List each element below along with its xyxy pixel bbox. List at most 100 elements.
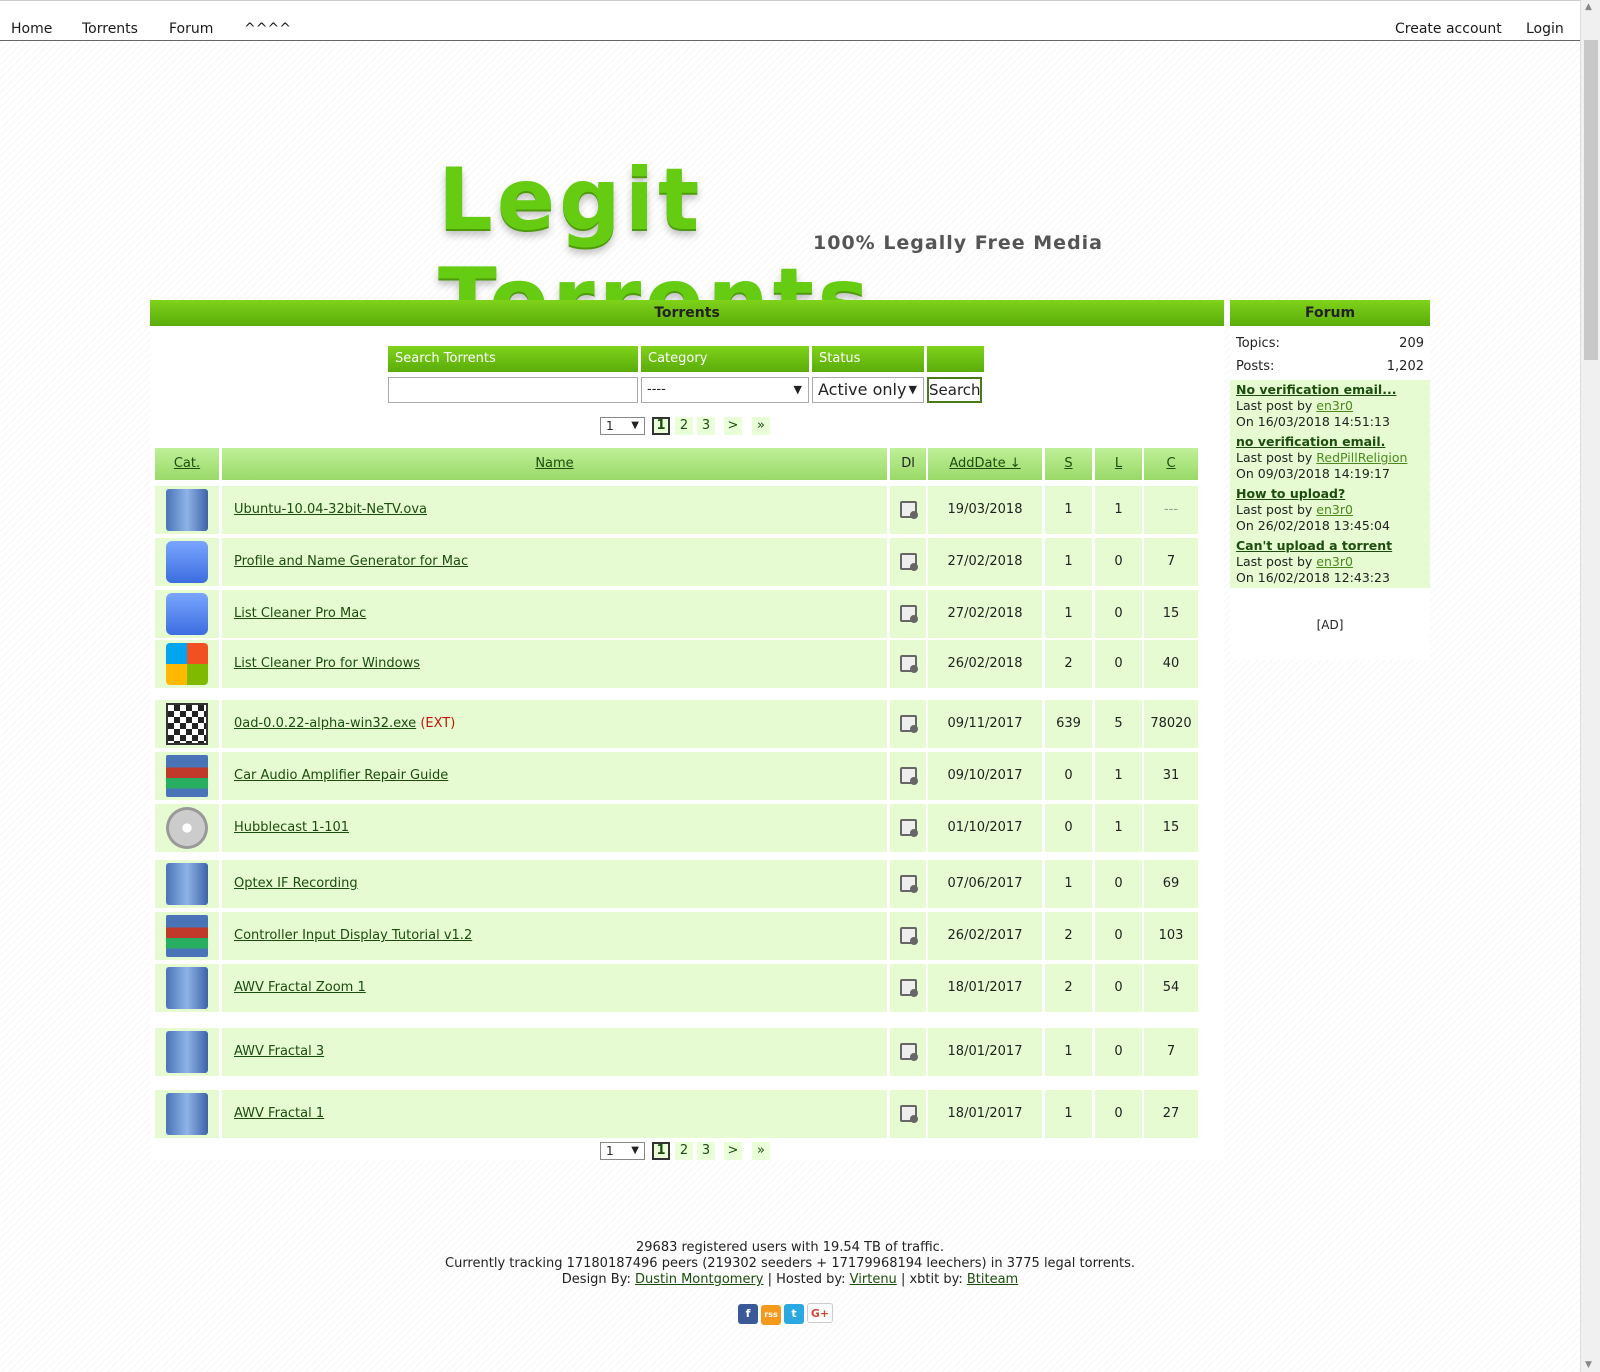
forum-post-title-link[interactable]: no verification email.	[1236, 434, 1385, 449]
page-next[interactable]: >	[724, 417, 742, 435]
download-cell[interactable]	[890, 640, 926, 688]
torrent-link[interactable]: AWV Fractal 1	[234, 1106, 324, 1121]
archive-icon[interactable]	[166, 915, 208, 957]
scroll-down-icon[interactable]: ▼	[1585, 1360, 1592, 1370]
scroll-up-icon[interactable]: ▲	[1585, 2, 1592, 12]
category-cell[interactable]	[155, 804, 219, 852]
torrent-link[interactable]: AWV Fractal 3	[234, 1044, 324, 1059]
rss-icon[interactable]: rss	[761, 1305, 781, 1325]
download-icon[interactable]	[899, 501, 918, 519]
download-cell[interactable]	[890, 700, 926, 748]
nav-torrents-link[interactable]: Torrents	[82, 21, 138, 37]
status-select[interactable]: Active only ▼	[812, 377, 924, 403]
category-cell[interactable]	[155, 1028, 219, 1076]
page-select[interactable]: 1 ▼	[600, 417, 645, 435]
nav-create-account-link[interactable]: Create account	[1395, 21, 1502, 37]
download-icon[interactable]	[899, 819, 918, 837]
nav-home-link[interactable]: Home	[11, 21, 52, 37]
category-cell[interactable]	[155, 590, 219, 638]
host-link[interactable]: Virtenu	[850, 1272, 897, 1287]
site-logo[interactable]: Legit Torrents 100% Legally Free Media	[438, 150, 1138, 350]
col-adddate-link[interactable]: AddDate ↓	[949, 456, 1020, 471]
torrent-link[interactable]: Hubblecast 1-101	[234, 820, 349, 835]
download-icon[interactable]	[899, 1105, 918, 1123]
designer-link[interactable]: Dustin Montgomery	[635, 1272, 764, 1287]
download-icon[interactable]	[899, 767, 918, 785]
xbtit-link[interactable]: Btiteam	[967, 1272, 1018, 1287]
server-icon[interactable]	[166, 863, 208, 905]
nav-extra-link[interactable]: ^^^^	[244, 21, 291, 37]
dvd-icon[interactable]	[166, 807, 208, 849]
forum-post-title-link[interactable]: Can't upload a torrent	[1236, 538, 1392, 553]
mac-finder-icon[interactable]	[166, 541, 208, 583]
page-last[interactable]: »	[752, 1142, 770, 1160]
category-cell[interactable]	[155, 640, 219, 688]
game-checker-icon[interactable]	[166, 703, 208, 745]
category-cell[interactable]	[155, 1090, 219, 1138]
scroll-thumb[interactable]	[1584, 40, 1598, 360]
nav-forum-link[interactable]: Forum	[169, 21, 213, 37]
page-2[interactable]: 2	[675, 1142, 693, 1160]
col-cat-link[interactable]: Cat.	[174, 456, 200, 471]
facebook-icon[interactable]: f	[738, 1304, 758, 1324]
torrent-link[interactable]: List Cleaner Pro Mac	[234, 606, 366, 621]
torrent-link[interactable]: Profile and Name Generator for Mac	[234, 554, 468, 569]
download-icon[interactable]	[899, 1043, 918, 1061]
forum-post-title-link[interactable]: How to upload?	[1236, 486, 1345, 501]
download-cell[interactable]	[890, 1090, 926, 1138]
download-icon[interactable]	[899, 927, 918, 945]
page-2[interactable]: 2	[675, 417, 693, 435]
windows-icon[interactable]	[166, 643, 208, 685]
nav-login-link[interactable]: Login	[1526, 21, 1564, 37]
forum-post-author-link[interactable]: en3r0	[1316, 398, 1353, 413]
torrent-link[interactable]: 0ad-0.0.22-alpha-win32.exe	[234, 716, 416, 731]
col-c[interactable]: C	[1144, 448, 1198, 480]
col-adddate[interactable]: AddDate ↓	[928, 448, 1042, 480]
torrent-link[interactable]: Optex IF Recording	[234, 876, 358, 891]
torrent-link[interactable]: Ubuntu-10.04-32bit-NeTV.ova	[234, 502, 427, 517]
category-cell[interactable]	[155, 752, 219, 800]
page-3[interactable]: 3	[697, 417, 715, 435]
page-1[interactable]: 1	[652, 1142, 670, 1160]
page-select[interactable]: 1 ▼	[600, 1142, 645, 1160]
forum-post-author-link[interactable]: en3r0	[1316, 554, 1353, 569]
search-button[interactable]: Search	[927, 377, 982, 403]
download-cell[interactable]	[890, 538, 926, 586]
col-name[interactable]: Name	[222, 448, 887, 480]
category-cell[interactable]	[155, 860, 219, 908]
server-icon[interactable]	[166, 489, 208, 531]
category-select[interactable]: ---- ▼	[641, 377, 809, 403]
torrent-link[interactable]: AWV Fractal Zoom 1	[234, 980, 366, 995]
download-cell[interactable]	[890, 486, 926, 534]
download-cell[interactable]	[890, 912, 926, 960]
download-icon[interactable]	[899, 655, 918, 673]
forum-post-author-link[interactable]: RedPillReligion	[1316, 450, 1407, 465]
category-cell[interactable]	[155, 700, 219, 748]
download-icon[interactable]	[899, 875, 918, 893]
download-icon[interactable]	[899, 605, 918, 623]
category-cell[interactable]	[155, 538, 219, 586]
server-icon[interactable]	[166, 1031, 208, 1073]
torrent-link[interactable]: Car Audio Amplifier Repair Guide	[234, 768, 448, 783]
col-name-link[interactable]: Name	[535, 456, 573, 471]
col-s[interactable]: S	[1045, 448, 1092, 480]
col-c-link[interactable]: C	[1166, 456, 1175, 471]
page-next[interactable]: >	[724, 1142, 742, 1160]
forum-post-title-link[interactable]: No verification email...	[1236, 382, 1396, 397]
col-cat[interactable]: Cat.	[155, 448, 219, 480]
download-cell[interactable]	[890, 1028, 926, 1076]
server-icon[interactable]	[166, 967, 208, 1009]
torrent-link[interactable]: List Cleaner Pro for Windows	[234, 656, 420, 671]
page-1[interactable]: 1	[652, 417, 670, 435]
col-l[interactable]: L	[1095, 448, 1142, 480]
category-cell[interactable]	[155, 912, 219, 960]
col-s-link[interactable]: S	[1064, 456, 1072, 471]
server-icon[interactable]	[166, 1093, 208, 1135]
download-icon[interactable]	[899, 553, 918, 571]
mac-finder-icon[interactable]	[166, 593, 208, 635]
col-l-link[interactable]: L	[1115, 456, 1122, 471]
page-scrollbar[interactable]: ▲ ▼	[1580, 0, 1600, 1372]
download-icon[interactable]	[899, 715, 918, 733]
torrent-link[interactable]: Controller Input Display Tutorial v1.2	[234, 928, 472, 943]
download-cell[interactable]	[890, 860, 926, 908]
